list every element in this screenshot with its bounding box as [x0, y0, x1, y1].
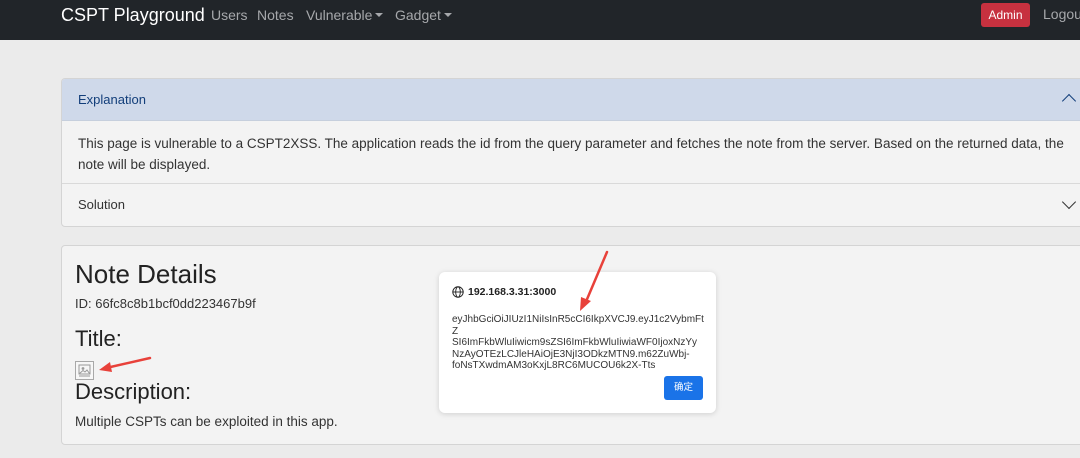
admin-button[interactable]: Admin	[981, 3, 1030, 27]
page-title: Note Details	[75, 259, 217, 289]
accordion-solution-header[interactable]: Solution	[62, 184, 1080, 226]
dialog-origin: 192.168.3.31:3000	[468, 286, 557, 298]
broken-image-icon	[75, 361, 94, 380]
accordion-explanation-label: Explanation	[78, 92, 146, 107]
ok-button[interactable]: 确定	[664, 376, 703, 400]
nav-vulnerable-dropdown[interactable]: Vulnerable	[306, 7, 384, 23]
logout-link[interactable]: Logout	[1043, 6, 1080, 22]
dialog-message: eyJhbGciOiJIUzI1NiIsInR5cCI6IkpXVCJ9.eyJ…	[452, 314, 704, 371]
title-heading: Title:	[75, 326, 122, 351]
chevron-up-icon	[1061, 93, 1077, 109]
caret-down-icon	[375, 13, 384, 17]
description-heading: Description:	[75, 379, 192, 404]
navbar: CSPT Playground Users Notes Vulnerable G…	[0, 0, 1080, 40]
accordion-explanation-body: This page is vulnerable to a CSPT2XSS. T…	[78, 136, 1064, 172]
nav-gadget-dropdown[interactable]: Gadget	[395, 7, 452, 23]
chevron-down-icon	[1061, 194, 1077, 210]
accordion-solution-label: Solution	[78, 197, 125, 212]
brand-logo[interactable]: CSPT Playground	[61, 5, 205, 26]
globe-icon	[452, 286, 464, 298]
nav-gadget-label: Gadget	[395, 7, 441, 23]
accordion-explanation-header[interactable]: Explanation	[62, 79, 1080, 121]
nav-notes[interactable]: Notes	[257, 7, 294, 23]
note-id: ID: 66fc8c8b1bcf0dd223467b9f	[75, 296, 256, 311]
explanation-accordion: Explanation This page is vulnerable to a…	[61, 78, 1080, 227]
nav-users[interactable]: Users	[211, 7, 248, 23]
caret-down-icon	[443, 13, 452, 17]
description-text: Multiple CSPTs can be exploited in this …	[75, 414, 338, 429]
nav-vulnerable-label: Vulnerable	[306, 7, 373, 23]
alert-dialog: 192.168.3.31:3000 eyJhbGciOiJIUzI1NiIsIn…	[439, 272, 716, 413]
